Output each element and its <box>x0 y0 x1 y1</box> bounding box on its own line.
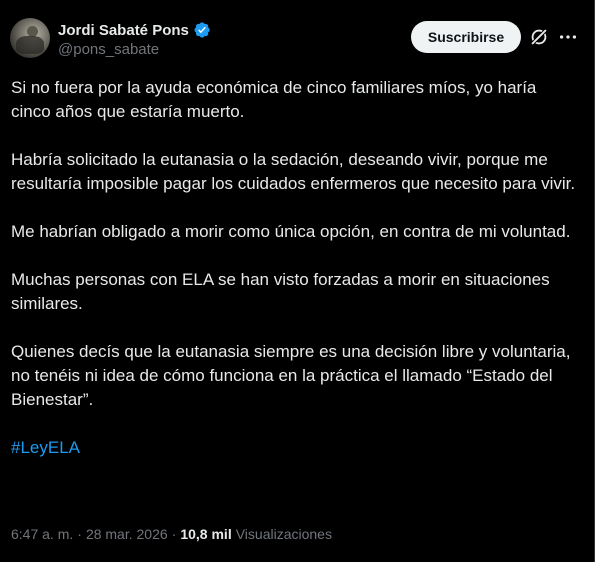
post-paragraph: Habría solicitado la eutanasia o la seda… <box>11 150 576 193</box>
post-card: Jordi Sabaté Pons @pons_sabate Suscribir… <box>0 0 589 562</box>
more-options-icon[interactable] <box>557 26 579 48</box>
meta-separator: · <box>171 526 177 542</box>
hashtag-link[interactable]: #LeyELA <box>11 438 80 457</box>
author-handle[interactable]: @pons_sabate <box>58 41 159 58</box>
post-paragraph: Muchas personas con ELA se han visto for… <box>11 270 550 313</box>
views-label: Visualizaciones <box>235 526 332 542</box>
post-time[interactable]: 6:47 a. m. <box>11 526 73 542</box>
post-paragraph: Me habrían obligado a morir como única o… <box>11 222 571 241</box>
post-meta: 6:47 a. m. · 28 mar. 2026 · 10,8 mil Vis… <box>11 526 332 542</box>
post-header: Jordi Sabaté Pons @pons_sabate Suscribir… <box>10 18 580 62</box>
post-paragraph: Quienes decís que la eutanasia siempre e… <box>11 342 571 409</box>
author-name-row: Jordi Sabaté Pons <box>58 21 211 39</box>
post-text: Si no fuera por la ayuda económica de ci… <box>11 76 576 484</box>
post-date[interactable]: 28 mar. 2026 <box>86 526 168 542</box>
author-name[interactable]: Jordi Sabaté Pons <box>58 22 189 39</box>
subscribe-button[interactable]: Suscribirse <box>411 21 521 53</box>
avatar-figure-body <box>16 36 44 54</box>
avatar[interactable] <box>10 18 50 58</box>
views-count: 10,8 mil <box>180 526 232 542</box>
meta-separator: · <box>77 526 82 542</box>
grok-icon[interactable] <box>528 26 550 48</box>
verified-badge-icon <box>194 22 210 38</box>
post-paragraph: Si no fuera por la ayuda económica de ci… <box>11 78 537 121</box>
